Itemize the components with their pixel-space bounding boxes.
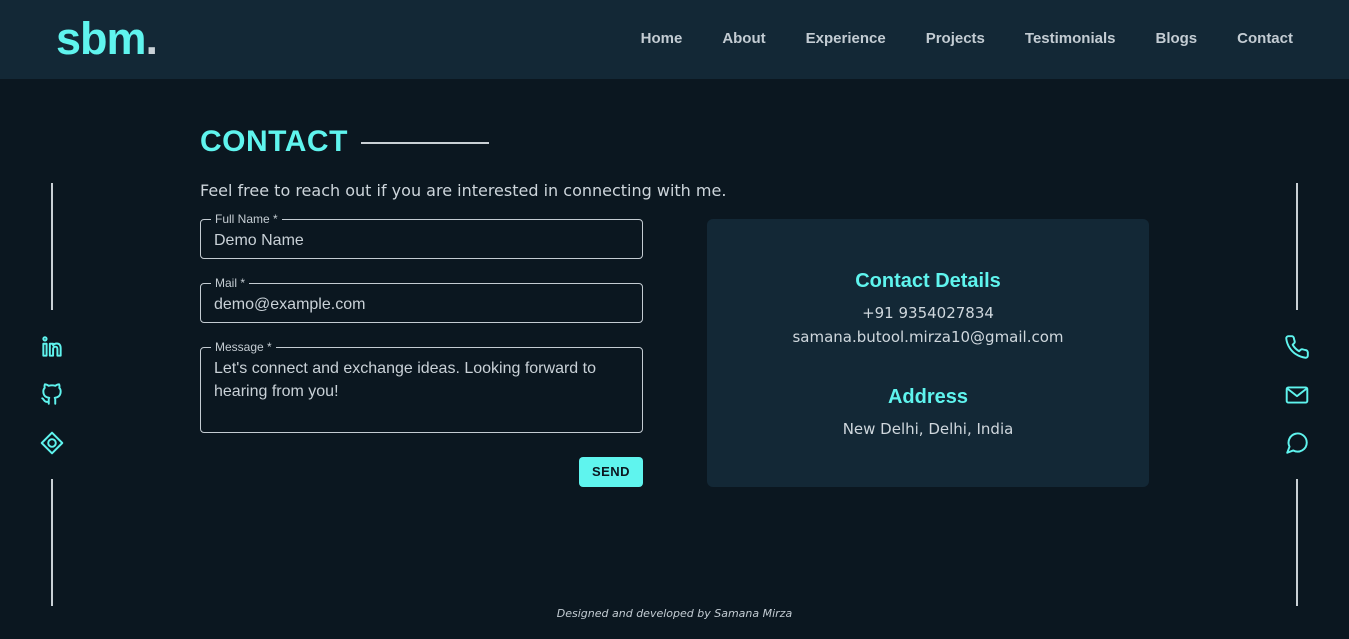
logo[interactable]: sbm.: [56, 13, 158, 64]
nav-home[interactable]: Home: [641, 30, 683, 48]
footer-credit: Designed and developed by Samana Mirza: [556, 607, 793, 620]
right-rail-line-bottom: [1296, 479, 1298, 606]
contact-details-card: Contact Details +91 9354027834 samana.bu…: [707, 219, 1149, 487]
full-name-input[interactable]: Demo Name: [214, 229, 630, 252]
mail-field[interactable]: Mail * demo@example.com: [200, 276, 643, 323]
title-divider: [361, 142, 489, 144]
page-title: CONTACT: [200, 125, 348, 158]
message-field[interactable]: Message * Let's connect and exchange ide…: [200, 340, 643, 433]
address-title: Address: [887, 386, 969, 408]
nav-projects[interactable]: Projects: [926, 30, 985, 48]
chat-icon[interactable]: [1284, 430, 1310, 456]
mail-input[interactable]: demo@example.com: [214, 293, 630, 316]
github-icon[interactable]: [39, 381, 65, 407]
logo-text: sbm: [56, 13, 147, 64]
nav-blogs[interactable]: Blogs: [1155, 30, 1197, 48]
main-nav: Home About Experience Projects Testimoni…: [641, 30, 1293, 48]
mail-icon[interactable]: [1284, 382, 1310, 408]
nav-testimonials[interactable]: Testimonials: [1025, 30, 1116, 48]
send-button[interactable]: SEND: [579, 457, 643, 487]
nav-experience[interactable]: Experience: [806, 30, 886, 48]
intro-text: Feel free to reach out if you are intere…: [200, 181, 727, 200]
left-rail-line-bottom: [51, 479, 53, 606]
right-rail-line-top: [1296, 183, 1298, 310]
message-label: Message *: [211, 340, 276, 354]
linkedin-icon[interactable]: [39, 334, 65, 360]
contact-email[interactable]: samana.butool.mirza10@gmail.com: [707, 327, 1149, 347]
header: sbm. Home About Experience Projects Test…: [0, 0, 1349, 79]
contact-phone[interactable]: +91 9354027834: [707, 303, 1149, 323]
address-text: New Delhi, Delhi, India: [842, 420, 1014, 438]
message-textarea[interactable]: Let's connect and exchange ideas. Lookin…: [214, 357, 630, 403]
left-rail-line-top: [51, 183, 53, 310]
nav-contact[interactable]: Contact: [1237, 30, 1293, 48]
mail-label: Mail *: [211, 276, 250, 290]
full-name-field[interactable]: Full Name * Demo Name: [200, 212, 643, 259]
logo-dot: .: [145, 13, 158, 64]
full-name-label: Full Name *: [211, 212, 282, 226]
portfolio-icon[interactable]: [39, 430, 65, 456]
contact-details-title: Contact Details: [855, 270, 1001, 292]
phone-icon[interactable]: [1284, 334, 1310, 360]
nav-about[interactable]: About: [722, 30, 765, 48]
